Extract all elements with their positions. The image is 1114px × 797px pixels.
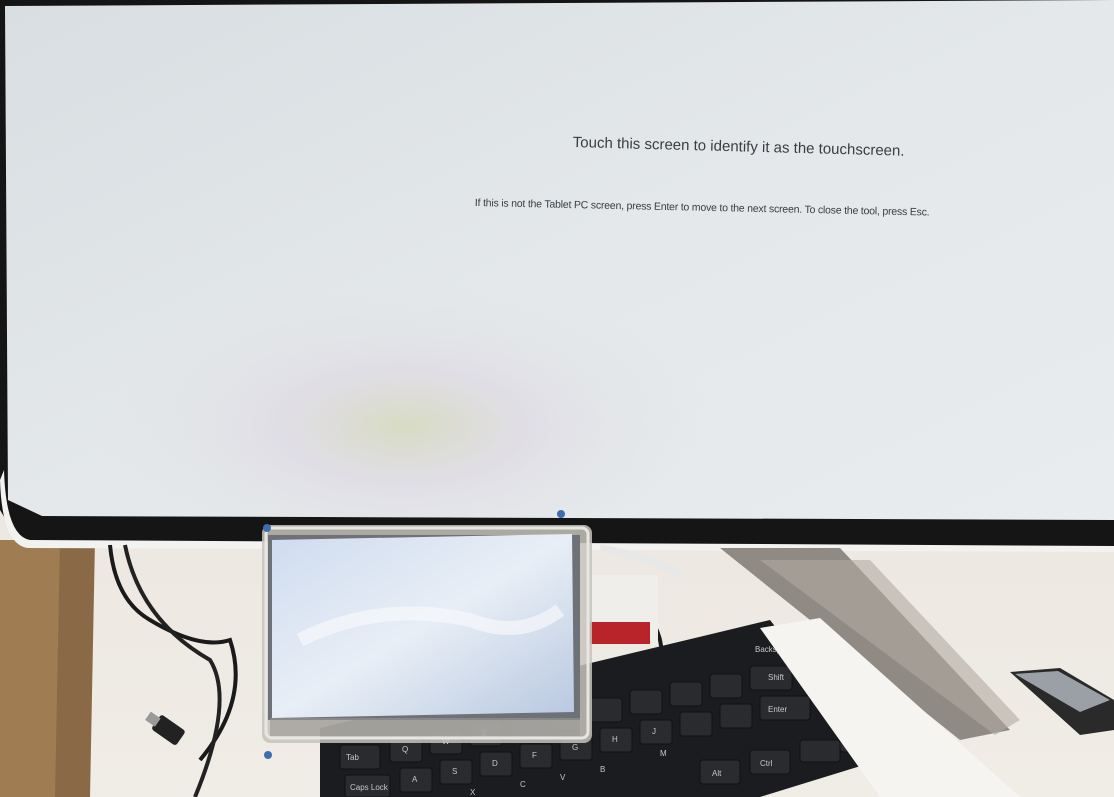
key-label: M	[660, 749, 667, 758]
key-label: D	[492, 759, 498, 768]
key-label: Alt	[712, 769, 722, 778]
key-label: Ctrl	[760, 759, 773, 768]
key-label: H	[612, 735, 618, 744]
key-label: V	[560, 773, 566, 782]
key-label: Tab	[346, 753, 359, 762]
key-label: Shift	[768, 673, 785, 682]
key-label: Caps Lock	[350, 783, 389, 792]
key-label: J	[652, 727, 656, 736]
key-label: A	[412, 775, 418, 784]
key-label: S	[452, 767, 457, 776]
key-label: G	[572, 743, 578, 752]
key-label: B	[600, 765, 605, 774]
photo-scene: Tab Caps Lock Q W E A S D F G H J X C V …	[0, 0, 1114, 797]
key-label: C	[520, 780, 526, 789]
key-label: X	[470, 788, 476, 797]
key-label: Enter	[768, 705, 787, 714]
key-label: F	[532, 751, 537, 760]
small-touchscreen	[262, 510, 592, 759]
key-label: Q	[402, 745, 408, 754]
